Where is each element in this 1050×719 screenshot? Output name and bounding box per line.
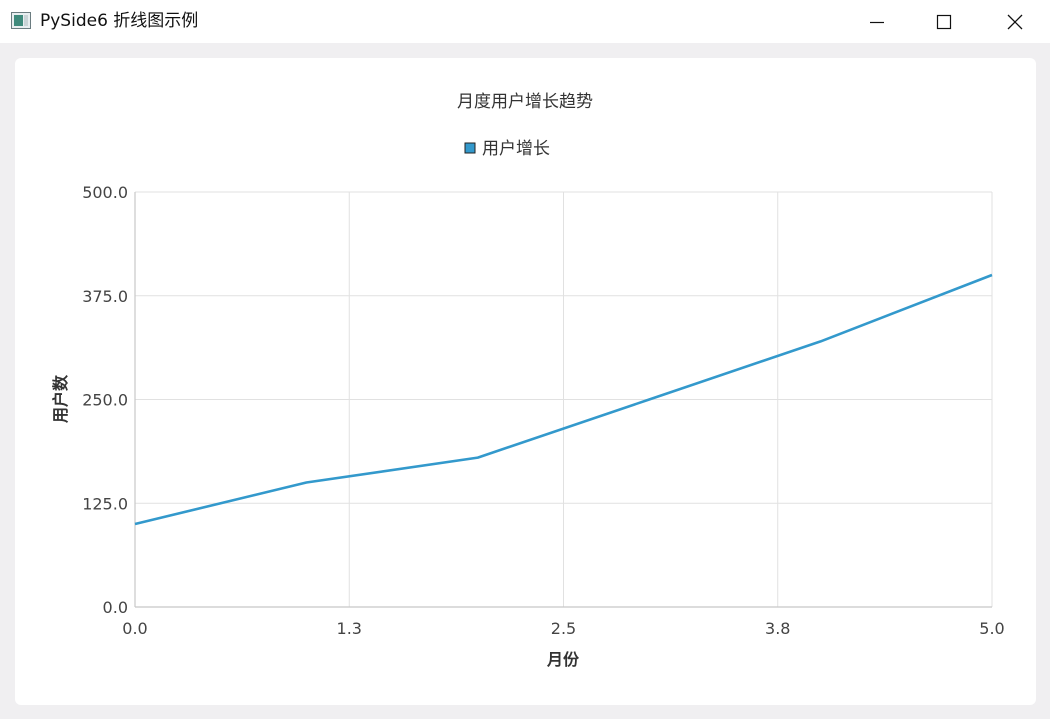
legend-label: 用户增长 [482, 139, 550, 159]
x-tick-label: 3.8 [765, 619, 790, 638]
chart-view[interactable]: 月度用户增长趋势 用户增长 0.0 1.3 2.5 3.8 5.0 0.0 125.0 25… [15, 58, 1036, 705]
x-tick-label: 1.3 [337, 619, 362, 638]
window-title: PySide6 折线图示例 [40, 11, 199, 31]
y-tick-label: 125.0 [82, 494, 128, 513]
chart-title: 月度用户增长趋势 [457, 92, 593, 112]
y-tick-label: 375.0 [82, 287, 128, 306]
legend-swatch [464, 142, 476, 154]
x-tick-label: 0.0 [122, 619, 147, 638]
application-window: PySide6 折线图示例 月度用户增长趋势 用户增长 0.0 1.3 2.5 … [0, 0, 1050, 719]
title-bar[interactable]: PySide6 折线图示例 [0, 0, 1050, 43]
minimize-icon [870, 21, 884, 23]
app-window-icon [11, 12, 31, 29]
y-axis-tick-labels: 0.0 125.0 250.0 375.0 500.0 [82, 183, 128, 617]
legend[interactable]: 用户增长 [464, 139, 550, 159]
y-axis-label: 用户数 [51, 374, 70, 423]
y-tick-label: 250.0 [82, 391, 128, 410]
maximize-button[interactable] [909, 0, 979, 43]
grid-lines [134, 191, 993, 608]
x-tick-label: 2.5 [551, 619, 576, 638]
y-tick-label: 500.0 [82, 183, 128, 202]
x-axis-tick-labels: 0.0 1.3 2.5 3.8 5.0 [122, 619, 1004, 638]
y-tick-label: 0.0 [103, 598, 128, 617]
minimize-button[interactable] [842, 0, 912, 43]
x-tick-label: 5.0 [979, 619, 1004, 638]
close-icon [1007, 14, 1023, 29]
close-button[interactable] [980, 0, 1050, 43]
line-chart: 月度用户增长趋势 用户增长 0.0 1.3 2.5 3.8 5.0 0.0 125.0 25… [51, 92, 1005, 669]
maximize-icon [936, 14, 952, 29]
x-axis-label: 月份 [546, 650, 580, 669]
